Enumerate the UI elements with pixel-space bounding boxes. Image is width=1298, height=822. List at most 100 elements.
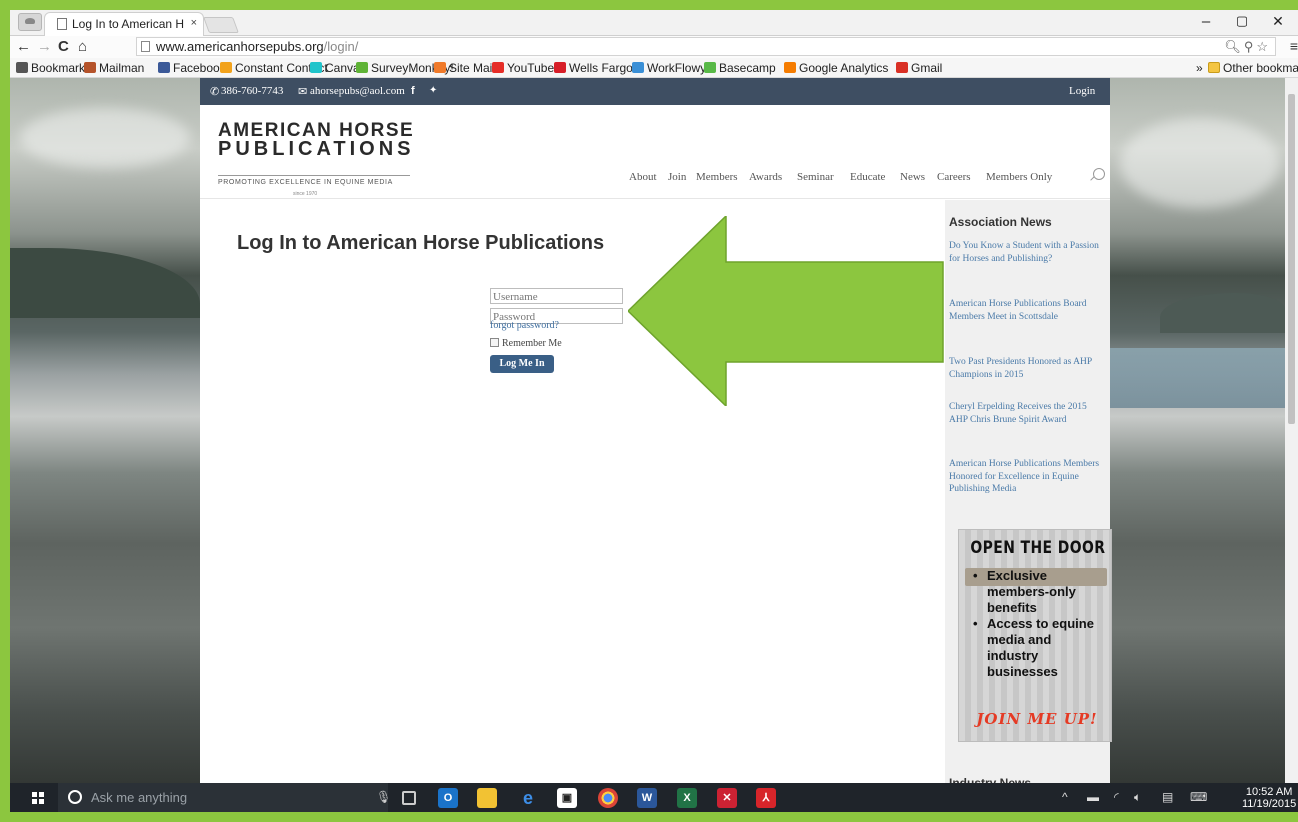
task-view-icon[interactable]	[402, 791, 416, 805]
reload-icon[interactable]: C	[58, 38, 69, 55]
volume-icon[interactable]: 🔈︎	[1134, 790, 1141, 805]
bookmark-label: Site Mail	[449, 61, 496, 75]
scrollbar-thumb[interactable]	[1288, 94, 1295, 424]
store-icon[interactable]: ▣	[557, 788, 577, 808]
word-icon[interactable]: W	[637, 788, 657, 808]
address-bar[interactable]: www.americanhorsepubs.org/login/ 🔍︎⚲☆	[136, 37, 1276, 56]
news-link[interactable]: Cheryl Erpelding Receives the 2015 AHP C…	[949, 401, 1101, 426]
news-link[interactable]: Two Past Presidents Honored as AHP Champ…	[949, 356, 1101, 381]
acrobat-icon[interactable]: ⅄	[756, 788, 776, 808]
bookmark-canva[interactable]: Canva	[310, 61, 360, 75]
microphone-icon[interactable]: 🎙︎	[376, 790, 391, 804]
page-scrollbar[interactable]	[1285, 78, 1298, 783]
facebook-icon	[158, 62, 170, 73]
bookmark-google-analytics[interactable]: Google Analytics	[784, 61, 888, 75]
bookmark-site-mail[interactable]: Site Mail	[434, 61, 495, 75]
canva-icon	[310, 62, 322, 73]
cloud	[20, 108, 190, 168]
phone-number[interactable]: 386-760-7743	[221, 85, 283, 97]
page-info-icon[interactable]	[141, 41, 150, 52]
login-link[interactable]: Login	[1069, 85, 1095, 97]
bookmark-workflowy[interactable]: WorkFlowy	[632, 61, 706, 75]
forgot-password-link[interactable]: forgot password?	[490, 320, 559, 331]
nav-careers[interactable]: Careers	[937, 171, 971, 183]
keyboard-icon[interactable]: ⌨	[1190, 790, 1207, 804]
nav-educate[interactable]: Educate	[850, 171, 885, 183]
chrome-icon[interactable]	[598, 788, 618, 808]
login-button[interactable]: Log Me In	[490, 355, 554, 373]
outlook-icon[interactable]: O	[438, 788, 458, 808]
close-window-icon[interactable]: ✕	[1258, 13, 1298, 30]
bookmark-basecamp[interactable]: Basecamp	[704, 61, 776, 75]
news-link[interactable]: American Horse Publications Members Hono…	[949, 458, 1101, 496]
cortana-search-box[interactable]: Ask me anything 🎙︎	[58, 783, 391, 812]
promo-list: Exclusive members-only benefits Access t…	[973, 568, 1103, 680]
hill	[1160, 293, 1285, 333]
logo-line-2[interactable]: PUBLICATIONS	[218, 139, 415, 159]
bookmark-wells-fargo[interactable]: Wells Fargo	[554, 61, 633, 75]
tools-app-icon[interactable]: ✕	[717, 788, 737, 808]
remember-me[interactable]: Remember Me	[490, 338, 562, 349]
new-tab-button[interactable]	[203, 17, 239, 33]
clock-time: 10:52 AM	[1245, 786, 1293, 798]
nav-news[interactable]: News	[900, 171, 925, 183]
nav-join[interactable]: Join	[668, 171, 686, 183]
browser-window: Log In to American H × – ▢ ✕ ← → C ⌂ www…	[10, 10, 1298, 812]
search-icon[interactable]	[1093, 168, 1105, 180]
windows-start-icon[interactable]	[32, 792, 44, 804]
nav-members-only[interactable]: Members Only	[986, 171, 1052, 183]
bookmark-label: Gmail	[911, 61, 943, 75]
nav-members[interactable]: Members	[696, 171, 738, 183]
facebook-icon[interactable]: f	[411, 85, 415, 97]
remember-me-checkbox[interactable]	[490, 338, 499, 347]
tab-close-icon[interactable]: ×	[191, 17, 197, 29]
battery-icon[interactable]: ▬	[1087, 790, 1099, 804]
bookmark-label: Mailman	[99, 61, 145, 75]
arrow-shape	[628, 216, 944, 406]
forward-icon[interactable]: →	[37, 38, 52, 55]
bookmark-youtube[interactable]: YouTube	[492, 61, 554, 75]
other-bookmarks[interactable]: Other bookmarks	[1208, 61, 1298, 75]
taskbar: Ask me anything 🎙︎ O e ▣ W X ✕ ⅄ ^ ▬ ◜ 🔈…	[10, 783, 1298, 812]
remember-me-label: Remember Me	[502, 338, 562, 349]
edge-icon[interactable]: e	[518, 788, 538, 808]
bookmark-bookmarks[interactable]: Bookmarks	[16, 61, 91, 75]
water	[1110, 348, 1285, 408]
phone-icon: ✆	[210, 86, 220, 98]
bookmark-facebook[interactable]: Facebook	[158, 61, 226, 75]
email-icon: ✉	[298, 86, 308, 98]
bookmarks-overflow-icon[interactable]: »	[1196, 61, 1203, 75]
news-link[interactable]: Do You Know a Student with a Passion for…	[949, 240, 1101, 265]
folder-icon	[1208, 62, 1220, 73]
email-link[interactable]: ahorsepubs@aol.com	[310, 85, 405, 97]
wifi-icon[interactable]: ◜	[1114, 790, 1119, 804]
back-icon[interactable]: ←	[16, 38, 31, 55]
site-mail-icon	[434, 62, 446, 73]
action-center-icon[interactable]: ▤	[1162, 790, 1173, 804]
home-icon[interactable]: ⌂	[78, 38, 87, 55]
promo-cta[interactable]: JOIN ME UP!	[967, 710, 1107, 728]
username-field[interactable]	[490, 288, 623, 304]
system-clock[interactable]: 10:52 AM 11/19/2015	[1242, 786, 1296, 810]
browser-tab[interactable]: Log In to American H ×	[44, 12, 204, 36]
tray-chevron-icon[interactable]: ^	[1062, 790, 1068, 804]
bookmark-mailman[interactable]: Mailman	[84, 61, 144, 75]
twitter-icon[interactable]: ✦	[429, 85, 437, 96]
cortana-icon	[68, 790, 82, 804]
mailman-icon	[84, 62, 96, 73]
maximize-icon[interactable]: ▢	[1222, 13, 1262, 29]
minimize-icon[interactable]: –	[1186, 13, 1226, 30]
excel-icon[interactable]: X	[677, 788, 697, 808]
file-explorer-icon[interactable]	[477, 788, 497, 808]
sidebar-title: Association News	[949, 215, 1052, 229]
bookmark-gmail[interactable]: Gmail	[896, 61, 942, 75]
profile-avatar-icon[interactable]	[18, 13, 42, 31]
nav-about[interactable]: About	[629, 171, 657, 183]
promo-item: Exclusive members-only benefits	[973, 568, 1103, 616]
menu-icon[interactable]: ≡	[1290, 38, 1298, 54]
nav-seminar[interactable]: Seminar	[797, 171, 834, 183]
nav-awards[interactable]: Awards	[749, 171, 782, 183]
join-promo-banner[interactable]: OPEN THE DOOR Exclusive members-only ben…	[958, 529, 1112, 742]
zoom-extension-star-icons[interactable]: 🔍︎⚲☆	[1224, 39, 1271, 55]
news-link[interactable]: American Horse Publications Board Member…	[949, 298, 1101, 323]
